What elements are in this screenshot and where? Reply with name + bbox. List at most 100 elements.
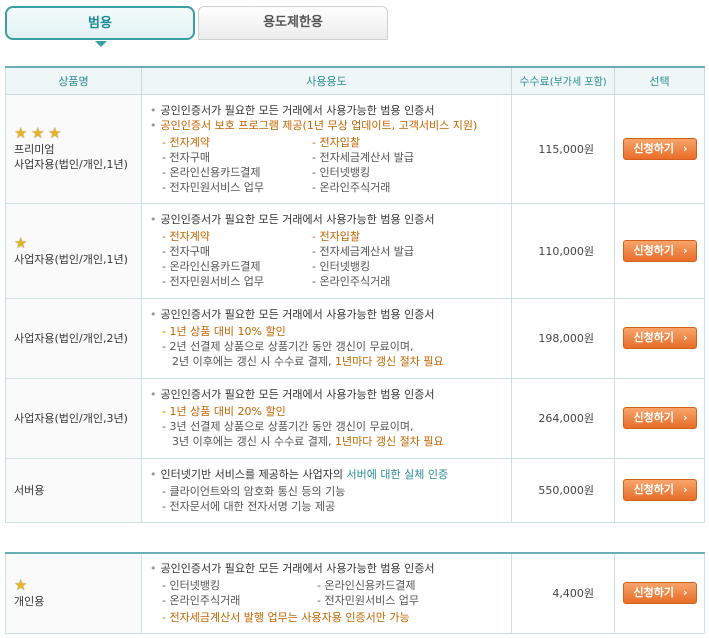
chevron-right-icon: › [682,141,688,155]
star-rating: ★ ★ ★ [14,125,141,141]
usage-item: - 온라인신용카드결제 [162,260,261,273]
usage-item: - 온라인신용카드결제 [162,165,261,179]
select-cell: 신청하기 › [614,552,705,634]
product-name: 프리미엄 [14,143,55,156]
product-name: 사업자용(법인/개인,1년) [14,252,128,266]
chevron-right-icon: › [682,243,688,257]
star-rating: ★ [14,577,141,593]
price: 4,400원 [511,552,615,634]
chevron-right-icon: › [682,586,688,600]
usage-main: • 공인인증서가 필요한 모든 거래에서 사용가능한 범용 인증서 [150,388,435,401]
tab-general-label: 범용 [88,16,112,31]
product-name-cell: 사업자용(법인/개인,2년) [5,297,142,379]
product-name-cell: ★ 사업자용(법인/개인,1년) [5,202,142,299]
usage-list: - 인터넷뱅킹 - 온라인신용카드결제 - 온라인주식거래 - 전자민원서비스 … [150,578,505,608]
product-table: 상품명 사용용도 수수료(부가세 포함) 선택 ★ ★ ★ 프리미엄 사업자용(… [5,66,705,523]
usage-note: - 2년 선결제 상품으로 상품기간 동안 갱신이 무료이며, [162,340,414,353]
usage-main: • 인터넷기반 서비스를 제공하는 사업자의 서버에 대한 실체 인증 [150,467,449,481]
header-select: 선택 [614,66,705,95]
apply-button[interactable]: 신청하기 › [622,479,697,501]
price: 110,000원 [511,202,615,299]
apply-button[interactable]: 신청하기 › [622,137,697,160]
table-row: 서버용 • 인터넷기반 서비스를 제공하는 사업자의 서버에 대한 실체 인증 -… [5,457,705,523]
usage-item: - 전자계약 [162,135,210,149]
price: 550,000원 [511,457,615,523]
usage-cell: • 공인인증서가 필요한 모든 거래에서 사용가능한 범용 인증서 - 인터넷뱅킹… [141,552,512,634]
header-fee-note: (부가세 포함) [549,76,607,88]
usage-cell: • 공인인증서가 필요한 모든 거래에서 사용가능한 범용 인증서 • 공인인증서 … [141,93,512,204]
product-name: 사업자용(법인/개인,1년) [14,158,128,171]
usage-item: - 전자민원서비스 업무 [162,180,265,194]
chevron-right-icon: › [682,411,688,424]
star-rating: ★ [14,235,141,251]
usage-note: - 전자문서에 대한 전자서명 기능 제공 [162,499,336,513]
usage-main: • 공인인증서가 필요한 모든 거래에서 사용가능한 범용 인증서 [150,562,435,576]
table-header-row: 상품명 사용용도 수수료(부가세 포함) 선택 [5,66,705,95]
select-cell: 신청하기 › [614,297,705,379]
apply-button[interactable]: 신청하기 › [622,407,697,429]
usage-cell: • 공인인증서가 필요한 모든 거래에서 사용가능한 범용 인증서 - 전자계약 … [141,202,512,299]
price: 115,000원 [511,93,615,204]
usage-item: - 전자입찰 [312,135,360,149]
usage-item: - 온라인주식거래 [162,594,241,608]
table-row: ★ ★ ★ 프리미엄 사업자용(법인/개인,1년) • 공인인증서가 필요한 모든… [5,93,705,204]
usage-list: - 전자계약 - 전자입찰 - 전자구매 - 전자세금계산서 발급 - 온라인신… [150,229,505,289]
apply-button[interactable]: 신청하기 › [622,327,697,349]
tab-restricted-label: 용도제한용 [263,15,323,30]
star-icon: ★ [31,124,45,142]
star-icon: ★ [14,233,28,252]
star-icon: ★ [14,124,28,142]
tab-restricted[interactable]: 용도제한용 [198,6,388,40]
select-cell: 신청하기 › [614,202,705,299]
usage-main-note: • 공인인증서 보호 프로그램 제공(1년 무상 업데이트, 고객서비스 지원) [150,118,478,132]
apply-button[interactable]: 신청하기 › [622,582,697,605]
product-name-cell: 사업자용(법인/개인,3년) [5,377,142,459]
active-tab-pointer [95,41,107,47]
select-cell: 신청하기 › [614,93,705,204]
header-usage: 사용용도 [141,66,512,95]
usage-item: - 인터넷뱅킹 [312,165,371,179]
table-row: 사업자용(법인/개인,3년) • 공인인증서가 필요한 모든 거래에서 사용가능한… [5,377,705,459]
usage-item: - 전자민원서비스 업무 [317,594,420,608]
product-name: 사업자용(법인/개인,2년) [14,331,128,345]
usage-item: - 전자입찰 [312,230,360,243]
usage-note: 2년 이후에는 갱신 시 수수료 결제, 1년마다 갱신 절차 필요 [172,355,444,368]
usage-main: • 공인인증서가 필요한 모든 거래에서 사용가능한 범용 인증서 [150,308,435,321]
usage-item: - 인터넷뱅킹 [312,260,371,273]
usage-cell: • 공인인증서가 필요한 모든 거래에서 사용가능한 범용 인증서 - 1년 상품… [141,377,512,459]
chevron-right-icon: › [682,483,688,496]
star-icon: ★ [48,124,62,142]
usage-note: - 전자세금계산서 발행 업무는 사용자용 인증서만 가능 [162,611,410,625]
usage-list: - 전자계약 - 전자입찰 - 전자구매 - 전자세금계산서 발급 - 온라인신… [150,135,505,195]
price: 264,000원 [511,377,615,459]
usage-item: - 전자구매 [162,150,210,164]
chevron-right-icon: › [682,331,688,344]
header-fee-label: 수수료 [519,74,550,88]
usage-main: • 공인인증서가 필요한 모든 거래에서 사용가능한 범용 인증서 [150,213,435,226]
product-name: 개인용 [14,595,45,609]
usage-notes: - 전자세금계산서 발행 업무는 사용자용 인증서만 가능 [150,610,505,625]
usage-note: 3년 이후에는 갱신 시 수수료 결제, 1년마다 갱신 절차 필요 [172,435,444,448]
tab-bar: 범용 용도제한용 [0,0,709,48]
usage-item: - 전자민원서비스 업무 [162,275,265,288]
select-cell: 신청하기 › [614,457,705,523]
usage-item: - 전자계약 [162,230,210,243]
usage-item: - 인터넷뱅킹 [162,579,221,593]
tab-general[interactable]: 범용 [5,6,195,47]
usage-item: - 온라인주식거래 [312,275,391,288]
usage-note: - 1년 상품 대비 20% 할인 [162,405,286,418]
personal-product-table: ★ 개인용 • 공인인증서가 필요한 모든 거래에서 사용가능한 범용 인증서 -… [5,552,705,634]
usage-item: - 전자세금계산서 발급 [312,150,415,164]
product-name: 서버용 [14,483,45,497]
usage-notes: - 1년 상품 대비 20% 할인 - 3년 선결제 상품으로 상품기간 동안 … [150,404,505,449]
usage-item: - 전자세금계산서 발급 [312,245,415,258]
select-cell: 신청하기 › [614,377,705,459]
product-name-cell: ★ ★ ★ 프리미엄 사업자용(법인/개인,1년) [5,93,142,204]
usage-cell: • 인터넷기반 서비스를 제공하는 사업자의 서버에 대한 실체 인증 - 클라이… [141,457,512,523]
price: 198,000원 [511,297,615,379]
usage-item: - 온라인주식거래 [312,180,391,194]
apply-button[interactable]: 신청하기 › [622,239,697,262]
usage-cell: • 공인인증서가 필요한 모든 거래에서 사용가능한 범용 인증서 - 1년 상품… [141,297,512,379]
star-icon: ★ [14,576,28,595]
header-fee: 수수료(부가세 포함) [511,66,615,95]
